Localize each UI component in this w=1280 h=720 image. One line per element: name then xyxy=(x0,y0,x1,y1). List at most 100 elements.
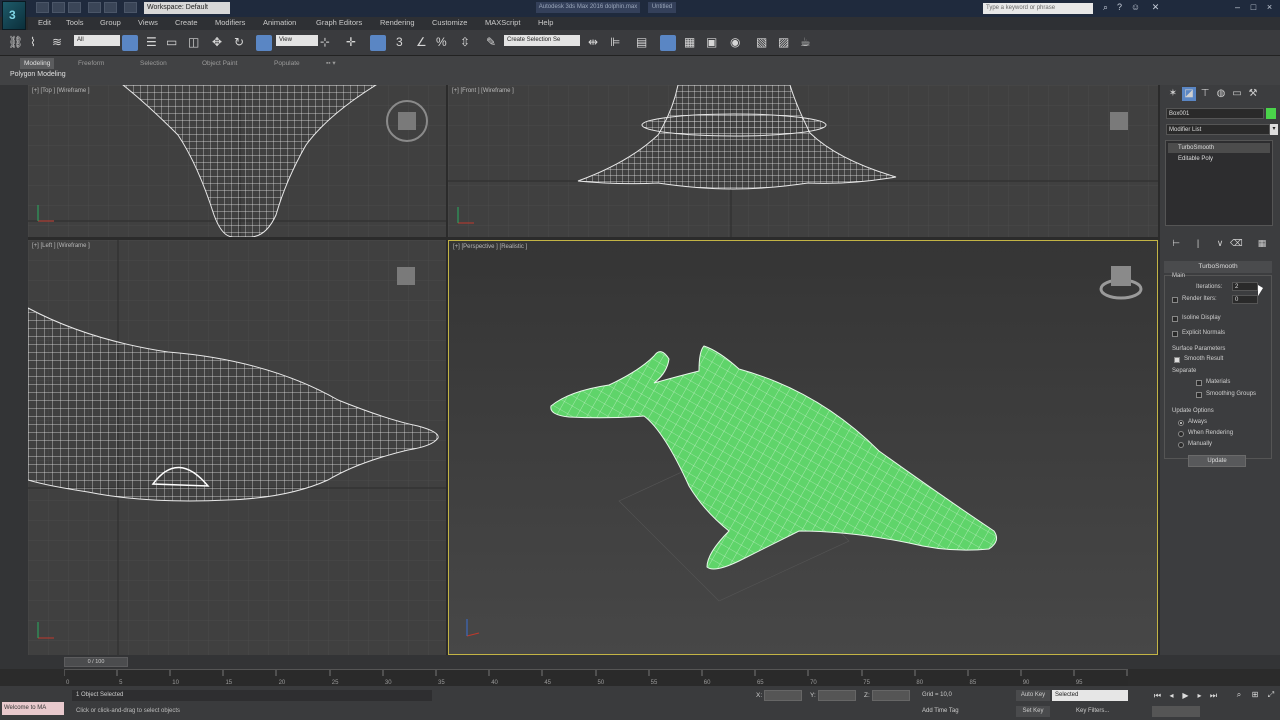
maximize-viewport-icon[interactable]: ⤢ xyxy=(1266,690,1276,700)
configure-sets-icon[interactable]: ▦ xyxy=(1256,237,1268,249)
mirror-icon[interactable]: ⇹ xyxy=(588,34,598,50)
zoom-all-icon[interactable]: ⊞ xyxy=(1250,690,1260,700)
rect-selection-icon[interactable]: ▭ xyxy=(166,34,177,50)
key-mode-dropdown[interactable]: Selected xyxy=(1052,690,1128,701)
show-end-result-icon[interactable]: | xyxy=(1192,237,1204,249)
viewport-front-label[interactable]: [+] [Front ] [Wireframe ] xyxy=(452,88,514,94)
x-coord-field[interactable] xyxy=(764,690,802,701)
smoothing-groups-checkbox[interactable] xyxy=(1196,392,1202,398)
explicit-normals-checkbox[interactable] xyxy=(1172,331,1178,337)
use-pivot-icon[interactable]: ⊹ xyxy=(320,34,330,50)
chevron-down-icon[interactable]: ▾ xyxy=(1270,124,1278,135)
motion-tab-icon[interactable]: ◍ xyxy=(1214,87,1228,101)
viewport-perspective[interactable]: [+] [Perspective ] [Realistic ] xyxy=(448,240,1158,655)
align-icon[interactable]: ⊫ xyxy=(610,34,620,50)
viewport-top[interactable]: [+] [Top ] [Wireframe ] xyxy=(28,85,446,237)
tab-populate[interactable]: Populate xyxy=(270,58,304,69)
utilities-tab-icon[interactable]: ⚒ xyxy=(1246,87,1260,101)
set-key-button[interactable]: Set Key xyxy=(1016,706,1050,717)
menu-modifiers[interactable]: Modifiers xyxy=(215,18,245,27)
current-frame-field[interactable] xyxy=(1152,706,1200,717)
workspace-select[interactable]: Workspace: Default xyxy=(144,2,230,14)
turbosmooth-rollout-title[interactable]: TurboSmooth xyxy=(1164,261,1272,273)
object-color-swatch[interactable] xyxy=(1266,108,1276,119)
reference-coord-dropdown[interactable]: View xyxy=(276,35,318,46)
menu-maxscript[interactable]: MAXScript xyxy=(485,18,520,27)
maxscript-listener[interactable]: Welcome to MA xyxy=(2,702,64,715)
bind-space-warp-icon[interactable]: ≋ xyxy=(52,34,62,50)
manually-radio[interactable] xyxy=(1178,442,1184,448)
menu-group[interactable]: Group xyxy=(100,18,121,27)
undo-icon[interactable] xyxy=(88,2,101,13)
modifier-list-dropdown[interactable]: Modifier List xyxy=(1166,124,1270,135)
rotate-icon[interactable]: ↻ xyxy=(234,34,244,50)
when-rendering-radio[interactable] xyxy=(1178,431,1184,437)
play-icon[interactable]: ▶ xyxy=(1180,690,1191,701)
previous-frame-icon[interactable]: ◂ xyxy=(1166,690,1177,701)
object-name-field[interactable]: Box001 xyxy=(1166,108,1264,119)
spinner-snap-icon[interactable]: ⇳ xyxy=(460,34,470,50)
auto-key-button[interactable]: Auto Key xyxy=(1016,690,1050,701)
next-frame-icon[interactable]: ▸ xyxy=(1194,690,1205,701)
search-icon[interactable]: ⌕ xyxy=(1100,2,1111,13)
save-file-icon[interactable] xyxy=(68,2,81,13)
go-to-start-icon[interactable]: ⏮ xyxy=(1152,690,1163,701)
create-tab-icon[interactable]: ✶ xyxy=(1166,87,1180,101)
minimize-icon[interactable]: – xyxy=(1232,2,1243,13)
tab-object-paint[interactable]: Object Paint xyxy=(198,58,241,69)
render-iters-spinner[interactable]: 0 xyxy=(1232,295,1258,304)
viewport-left-label[interactable]: [+] [Left ] [Wireframe ] xyxy=(32,243,90,249)
edit-named-sel-icon[interactable]: ✎ xyxy=(486,34,496,50)
menu-views[interactable]: Views xyxy=(138,18,158,27)
rendered-frame-icon[interactable]: ▨ xyxy=(778,34,789,50)
menu-graph-editors[interactable]: Graph Editors xyxy=(316,18,362,27)
help-icon[interactable]: ? xyxy=(1114,2,1125,13)
new-file-icon[interactable] xyxy=(36,2,49,13)
tab-freeform[interactable]: Freeform xyxy=(74,58,108,69)
search-input[interactable]: Type a keyword or phrase xyxy=(983,3,1093,14)
z-coord-field[interactable] xyxy=(872,690,910,701)
material-editor-icon[interactable]: ◉ xyxy=(730,34,740,50)
select-manipulate-icon[interactable]: ✛ xyxy=(346,34,356,50)
move-icon[interactable]: ✥ xyxy=(212,34,222,50)
display-tab-icon[interactable]: ▭ xyxy=(1230,87,1244,101)
keyboard-shortcut-button[interactable] xyxy=(370,35,386,51)
close-icon[interactable]: × xyxy=(1264,2,1275,13)
schematic-view-icon[interactable]: ▣ xyxy=(706,34,717,50)
curve-editor-icon[interactable]: ▦ xyxy=(684,34,695,50)
stack-item-turbosmooth[interactable]: TurboSmooth xyxy=(1168,143,1270,153)
exchange-icon[interactable]: ✕ xyxy=(1150,2,1161,13)
open-file-icon[interactable] xyxy=(52,2,65,13)
window-crossing-icon[interactable]: ◫ xyxy=(188,34,199,50)
tab-modeling[interactable]: Modeling xyxy=(20,58,55,69)
make-unique-icon[interactable]: ∨ xyxy=(1214,237,1226,249)
render-iters-checkbox[interactable] xyxy=(1172,297,1178,303)
go-to-end-icon[interactable]: ⏭ xyxy=(1208,690,1219,701)
render-setup-icon[interactable]: ▧ xyxy=(756,34,767,50)
app-logo[interactable]: 3 xyxy=(2,1,26,30)
key-filters-button[interactable]: Key Filters... xyxy=(1076,708,1109,714)
link-icon[interactable]: ⛓ xyxy=(8,34,23,50)
redo-icon[interactable] xyxy=(104,2,117,13)
select-object-button[interactable] xyxy=(122,35,138,51)
iterations-spinner[interactable]: 2 xyxy=(1232,282,1258,291)
named-selection-dropdown[interactable]: Create Selection Se xyxy=(504,35,580,46)
viewport-perspective-label[interactable]: [+] [Perspective ] [Realistic ] xyxy=(453,244,527,250)
selection-filter-dropdown[interactable]: All xyxy=(74,35,120,46)
ribbon-options-icon[interactable]: ▪▪ ▾ xyxy=(322,58,340,69)
menu-create[interactable]: Create xyxy=(175,18,198,27)
add-time-tag[interactable]: Add Time Tag xyxy=(922,708,959,714)
materials-checkbox[interactable] xyxy=(1196,380,1202,386)
maximize-icon[interactable]: □ xyxy=(1248,2,1259,13)
remove-modifier-icon[interactable]: ⌫ xyxy=(1230,237,1243,249)
pin-stack-icon[interactable]: ⊢ xyxy=(1170,237,1182,249)
modify-tab-icon[interactable]: ◪ xyxy=(1182,87,1196,101)
update-button[interactable]: Update xyxy=(1188,455,1246,467)
render-production-icon[interactable]: ☕ xyxy=(800,34,811,50)
viewport-front[interactable]: [+] [Front ] [Wireframe ] xyxy=(448,85,1158,237)
zoom-icon[interactable]: ⌕ xyxy=(1234,690,1244,700)
menu-rendering[interactable]: Rendering xyxy=(380,18,415,27)
menu-animation[interactable]: Animation xyxy=(263,18,296,27)
viewport-left[interactable]: [+] [Left ] [Wireframe ] xyxy=(28,240,446,655)
menu-help[interactable]: Help xyxy=(538,18,553,27)
